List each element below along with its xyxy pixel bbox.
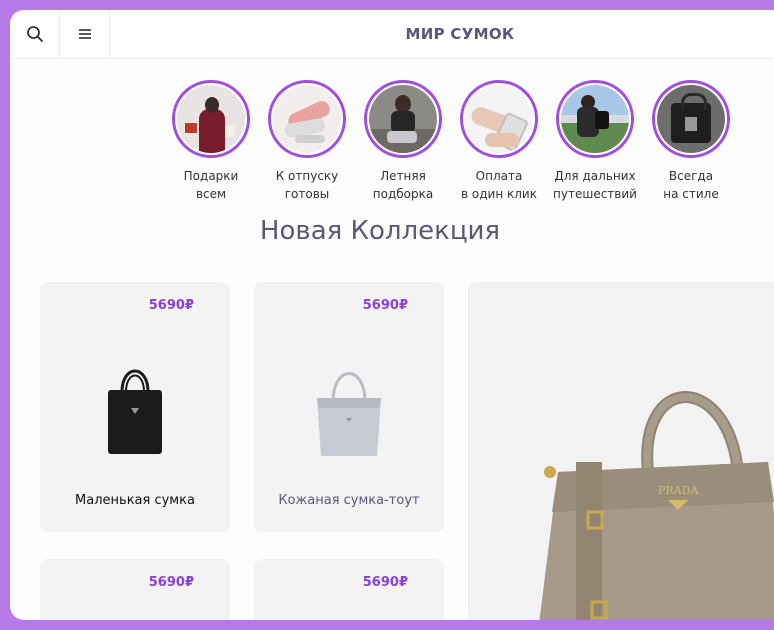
story-payment[interactable]: Оплата в один клик: [451, 80, 547, 203]
story-travel[interactable]: Для дальних путешествий: [547, 80, 643, 203]
story-label: Летняя подборка: [372, 169, 434, 201]
story-label: Для дальних путешествий: [553, 169, 637, 201]
story-ring: [268, 80, 346, 158]
product-price: 5690₽: [362, 298, 408, 313]
section-title: Новая Коллекция: [259, 216, 501, 246]
story-summer[interactable]: Летняя подборка: [355, 80, 451, 203]
header: МИР СУМОК: [10, 10, 774, 59]
story-ring: [556, 80, 634, 158]
product-card[interactable]: 5690₽: [254, 559, 444, 620]
featured-product-card[interactable]: PRADA: [468, 282, 774, 620]
story-image: [369, 85, 437, 153]
brand-title[interactable]: МИР СУМОК: [10, 10, 774, 58]
story-image: [561, 85, 629, 153]
story-style[interactable]: Всегда на стиле: [643, 80, 739, 203]
tote-bag-image: [317, 372, 381, 456]
product-card[interactable]: 5690₽ Кожаная сумка-тоут: [254, 282, 444, 532]
app-window: МИР СУМОК Подарки всем К отпуску готовы …: [10, 10, 774, 620]
story-label: Подарки всем: [183, 169, 239, 201]
story-ring: [460, 80, 538, 158]
story-ring: [364, 80, 442, 158]
small-bag-image: [108, 369, 162, 454]
story-image: [657, 85, 725, 153]
story-ring: [652, 80, 730, 158]
product-price: 5690₽: [148, 298, 194, 313]
story-vacation[interactable]: К отпуску готовы: [259, 80, 355, 203]
featured-brand-label: PRADA: [658, 484, 699, 497]
story-image: [465, 85, 533, 153]
story-label: Оплата в один клик: [461, 169, 537, 201]
product-card[interactable]: 5690₽: [40, 559, 230, 620]
product-card[interactable]: 5690₽ Маленькая сумка: [40, 282, 230, 532]
product-price: 5690₽: [362, 575, 408, 590]
story-ring: [172, 80, 250, 158]
story-label: Всегда на стиле: [663, 169, 719, 201]
product-price: 5690₽: [148, 575, 194, 590]
product-name: Кожаная сумка-тоут: [278, 493, 420, 508]
story-image: [177, 85, 245, 153]
story-gifts[interactable]: Подарки всем: [163, 80, 259, 203]
story-image: [273, 85, 341, 153]
story-label: К отпуску готовы: [275, 169, 339, 201]
product-name: Маленькая сумка: [75, 493, 195, 508]
featured-handbag-image: PRADA: [539, 391, 774, 620]
